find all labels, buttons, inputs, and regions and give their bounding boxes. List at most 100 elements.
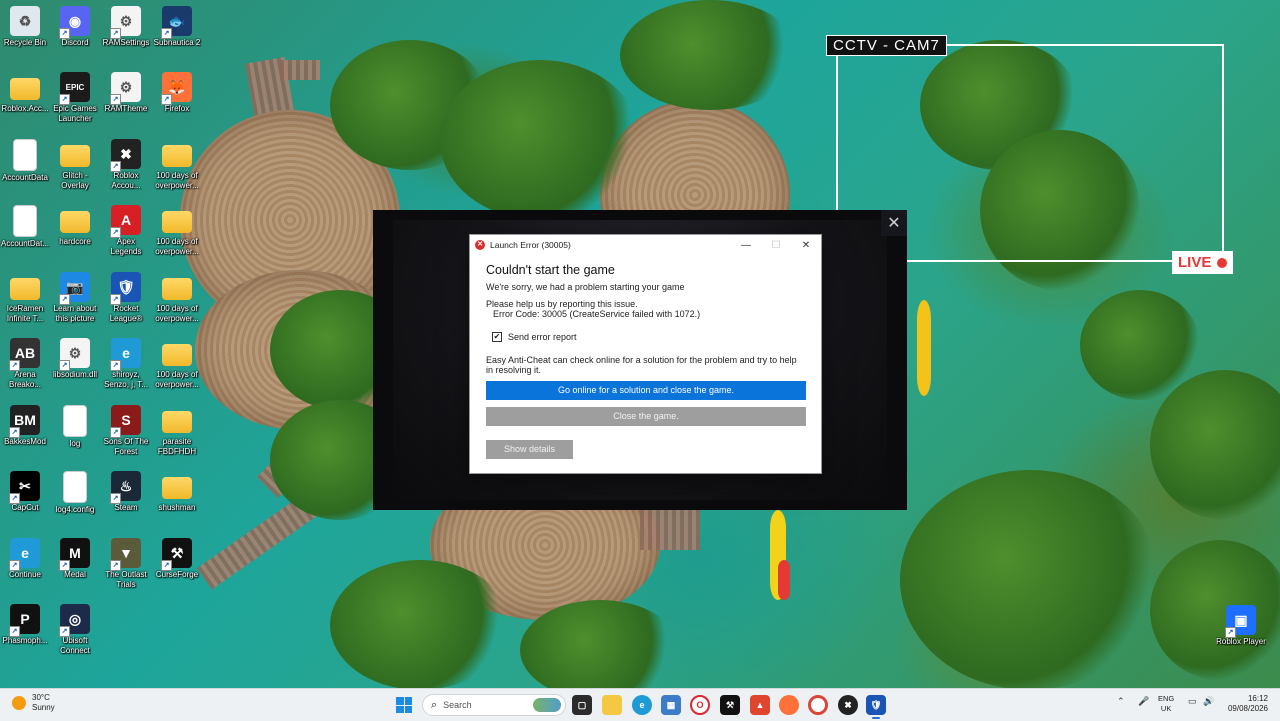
network-icon[interactable]: ▭	[1188, 696, 1197, 707]
desktop-icon[interactable]: ♻ Recycle Bin	[0, 6, 50, 48]
taskbar-clock[interactable]: 16:12 09/08/2026	[1222, 694, 1268, 714]
store-icon[interactable]: ▦	[661, 695, 681, 715]
desktop-icon-label: Discord	[61, 38, 89, 47]
desktop-icon[interactable]: ▼The Outlast Trials	[101, 538, 151, 590]
desktop-icon[interactable]: 100 days of overpower...	[152, 205, 202, 257]
brave-icon[interactable]: ▲	[750, 695, 770, 715]
desktop-icon[interactable]: log4.config	[50, 471, 100, 515]
desktop-icon-label: Roblox Player	[1216, 637, 1266, 646]
live-label: LIVE	[1178, 254, 1212, 271]
desktop-icon-roblox-player[interactable]: ▣ Roblox Player	[1216, 605, 1266, 647]
desktop-icon[interactable]: 100 days of overpower...	[152, 338, 202, 390]
search-highlight-icon	[533, 698, 561, 712]
roblox-account-taskbar-icon[interactable]: ✖	[838, 695, 858, 715]
desktop-icon[interactable]: PPhasmoph...	[0, 604, 50, 646]
desktop-icon[interactable]: ⚙RAMTheme	[101, 72, 151, 114]
desktop-icon-label: AccountData	[2, 173, 48, 182]
desktop-icon[interactable]: AccountDat...	[0, 205, 50, 249]
desktop-icon[interactable]: 📷Learn about this picture	[50, 272, 100, 324]
desktop-icon[interactable]: 100 days of overpower...	[152, 139, 202, 191]
desktop-icon[interactable]: 🛡Rocket League®	[101, 272, 151, 324]
edge-continue-icon: e	[9, 538, 40, 571]
desktop-icon[interactable]: ◉Discord	[50, 6, 100, 48]
desktop-icon[interactable]: Glitch - Overlay	[50, 139, 100, 191]
desktop-icon[interactable]: MMedal	[50, 538, 100, 580]
arena-breakout-icon: AB	[9, 338, 40, 371]
launch-error-dialog: ✕ Launch Error (30005) — ☐ ✕ Couldn't st…	[469, 234, 822, 474]
desktop-icon[interactable]: 🦊Firefox	[152, 72, 202, 114]
file-explorer-icon[interactable]	[602, 695, 622, 715]
desktop-icon-label: log4.config	[55, 505, 95, 514]
send-report-row[interactable]: ✔ Send error report	[492, 332, 805, 342]
desktop-icon-label: parasite FBDFHDH	[157, 437, 197, 456]
desktop-icon[interactable]: SSons Of The Forest	[101, 405, 151, 457]
dialog-heading: Couldn't start the game	[486, 263, 615, 277]
sons-of-the-forest-icon: S	[110, 405, 141, 438]
go-online-button[interactable]: Go online for a solution and close the g…	[486, 381, 806, 400]
weather-temp: 30°C	[32, 693, 50, 702]
rocket-league-taskbar-icon[interactable]: 🛡	[866, 695, 886, 719]
start-button[interactable]	[396, 697, 412, 713]
cctv-live-badge: LIVE	[1172, 251, 1234, 274]
desktop-icon-label: Glitch - Overlay	[61, 171, 89, 190]
folder-icon	[10, 78, 40, 100]
discord-icon: ◉	[59, 6, 90, 39]
desktop-icon[interactable]: 🐟Subnautica 2	[152, 6, 202, 48]
desktop-icon[interactable]: IceRamen Infinite T...	[0, 272, 50, 324]
taskbar-search[interactable]: ⌕ Search	[422, 694, 566, 716]
desktop-icon[interactable]: AccountData	[0, 139, 50, 183]
minimize-button[interactable]: —	[731, 240, 761, 251]
desktop-icon[interactable]: ⚙libsodium.dll	[50, 338, 100, 380]
desktop-icon[interactable]: hardcore	[50, 205, 100, 247]
desktop-icon[interactable]: AApex Legends	[101, 205, 151, 257]
desktop-icon-label: IceRamen Infinite T...	[6, 304, 44, 323]
folder-icon	[162, 278, 192, 300]
task-view-icon[interactable]: ▢	[572, 695, 592, 715]
show-details-button[interactable]: Show details	[486, 440, 573, 459]
desktop-icon-label: Arena Breako...	[8, 370, 41, 389]
desktop-icon[interactable]: parasite FBDFHDH	[152, 405, 202, 457]
desktop-icon[interactable]: ✖Roblox Accou...	[101, 139, 151, 191]
desktop-icon[interactable]: ⚙RAMSettings	[101, 6, 151, 48]
sun-icon	[12, 696, 26, 710]
language-indicator[interactable]: ENG UK	[1158, 694, 1174, 714]
desktop-icon[interactable]: EPICEpic Games Launcher	[50, 72, 100, 124]
eac-info-text: Easy Anti-Cheat can check online for a s…	[486, 355, 797, 375]
desktop-icon[interactable]: Roblox.Acc...	[0, 72, 50, 114]
firefox-taskbar-icon[interactable]	[779, 695, 799, 715]
volume-icon[interactable]: 🔊	[1203, 696, 1214, 707]
chrome-icon[interactable]	[808, 695, 828, 715]
desktop-icon[interactable]: shushman	[152, 471, 202, 513]
edge-icon[interactable]: e	[632, 695, 652, 715]
clock-date: 09/08/2026	[1227, 704, 1268, 713]
desktop-icon-label: Subnautica 2	[153, 38, 201, 47]
curseforge-taskbar-icon[interactable]: ⚒	[720, 695, 740, 715]
desktop-icon[interactable]: ◎Ubisoft Connect	[50, 604, 100, 656]
send-report-checkbox[interactable]: ✔	[492, 332, 502, 342]
document-icon	[13, 139, 37, 171]
close-game-button[interactable]: Close the game.	[486, 407, 806, 426]
desktop-icon[interactable]: eContinue	[0, 538, 50, 580]
game-window-close-button[interactable]: ✕	[881, 210, 907, 236]
tray-overflow-icon[interactable]: ⌃	[1117, 696, 1125, 707]
desktop-icon[interactable]: ✂CapCut	[0, 471, 50, 513]
desktop-icon[interactable]: ABArena Breako...	[0, 338, 50, 390]
folder-icon	[60, 211, 90, 233]
desktop-icon[interactable]: ⚒CurseForge	[152, 538, 202, 580]
phasmophobia-icon: P	[9, 604, 40, 637]
desktop-icon[interactable]: eshiroyz, Senzo, j, T...	[101, 338, 151, 390]
weather-widget[interactable]: 30°C Sunny	[12, 693, 55, 713]
desktop-icon-label: Rocket League®	[109, 304, 143, 323]
report-prompt-text: Please help us by reporting this issue.	[486, 299, 638, 309]
rocket-league-icon: 🛡	[110, 272, 141, 305]
desktop-icon[interactable]: BMBakkesMod	[0, 405, 50, 447]
desktop-icon[interactable]: log	[50, 405, 100, 449]
opera-icon[interactable]: O	[690, 695, 710, 715]
folder-icon	[162, 477, 192, 499]
microphone-icon[interactable]: 🎤	[1138, 696, 1149, 707]
close-button[interactable]: ✕	[791, 240, 821, 251]
ubisoft-icon: ◎	[59, 604, 90, 637]
desktop-icon-label: Epic Games Launcher	[53, 104, 97, 123]
desktop-icon[interactable]: 100 days of overpower...	[152, 272, 202, 324]
desktop-icon[interactable]: ♨Steam	[101, 471, 151, 513]
